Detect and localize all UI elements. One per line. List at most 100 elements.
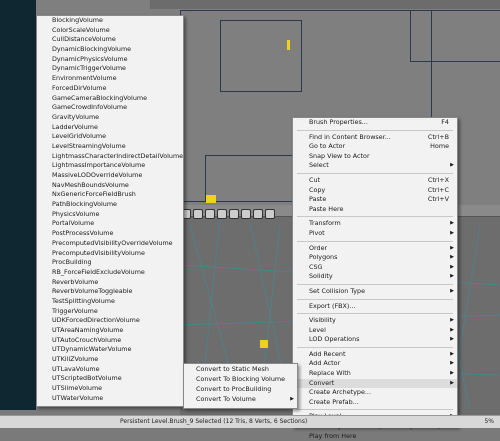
menu-item-volume[interactable]: PrecomputedVisibilityVolume <box>37 249 183 259</box>
menu-item-volume[interactable]: LightmassCharacterIndirectDetailVolume <box>37 152 183 162</box>
menu-item-find-in-content-browser[interactable]: Find in Content Browser... Ctrl+B <box>293 133 457 143</box>
menu-item-volume[interactable]: UTDynamicWaterVolume <box>37 345 183 355</box>
menu-item-convert-option[interactable]: Convert To Blocking Volume <box>184 374 297 384</box>
menu-item-label: EnvironmentVolume <box>52 74 117 83</box>
menu-item-volume[interactable]: LadderVolume <box>37 123 183 133</box>
menu-separator <box>297 298 453 300</box>
menu-item-label: TriggerVolume <box>52 306 98 315</box>
menu-separator <box>297 313 453 315</box>
menu-item-paste[interactable]: Paste Ctrl+V <box>293 195 457 205</box>
menu-item-volume[interactable]: UDKForcedDirectionVolume <box>37 316 183 326</box>
menu-item-volume[interactable]: UTAreaNamingVolume <box>37 326 183 336</box>
menu-item-level[interactable]: Level ▶ <box>293 326 457 336</box>
menu-item-play-from-here[interactable]: Play from Here <box>293 432 457 441</box>
menu-item-set-collision-type[interactable]: Set Collision Type ▶ <box>293 287 457 297</box>
toolbar-icon[interactable] <box>229 209 239 219</box>
menu-item-select[interactable]: Select ▶ <box>293 161 457 171</box>
toolbar-icon[interactable] <box>265 209 275 219</box>
menu-item-volume[interactable]: UTAutoCrouchVolume <box>37 336 183 346</box>
menu-item-cut[interactable]: Cut Ctrl+X <box>293 176 457 186</box>
menu-item-volume[interactable]: EnvironmentVolume <box>37 74 183 84</box>
submenu-arrow-icon: ▶ <box>450 326 454 333</box>
menu-item-volume[interactable]: DynamicPhysicsVolume <box>37 55 183 65</box>
menu-item-snap-view[interactable]: Snap View to Actor <box>293 152 457 162</box>
menu-separator <box>297 216 453 218</box>
menu-item-volume[interactable]: ReverbVolume <box>37 278 183 288</box>
menu-item-visibility[interactable]: Visibility ▶ <box>293 316 457 326</box>
menu-item-export-fbx[interactable]: Export (FBX)... <box>293 302 457 312</box>
menu-item-label: ReverbVolume <box>52 277 99 286</box>
menu-item-volume[interactable]: ReverbVolumeToggleable <box>37 287 183 297</box>
menu-item-volume[interactable]: UTSlimeVolume <box>37 384 183 394</box>
toolbar-icon[interactable] <box>205 209 215 219</box>
menu-item-convert-option[interactable]: Convert To Volume ▶ <box>184 394 297 404</box>
menu-item-solidity[interactable]: Solidity ▶ <box>293 272 457 282</box>
actor-icon[interactable] <box>260 340 268 348</box>
menu-item-paste-here[interactable]: Paste Here <box>293 205 457 215</box>
menu-item-volume[interactable]: TriggerVolume <box>37 307 183 317</box>
menu-item-volume[interactable]: PhysicsVolume <box>37 210 183 220</box>
menu-item-volume[interactable]: GravityVolume <box>37 113 183 123</box>
menu-item-convert-option[interactable]: Convert to ProcBuilding <box>184 384 297 394</box>
menu-item-volume[interactable]: NxGenericForceFieldBrush <box>37 190 183 200</box>
toolbar-icon[interactable] <box>241 209 251 219</box>
menu-item-replace-with[interactable]: Replace With ▶ <box>293 369 457 379</box>
menu-item-volume[interactable]: DynamicTriggerVolume <box>37 64 183 74</box>
menu-item-volume[interactable]: LevelGridVolume <box>37 132 183 142</box>
menu-item-add-actor[interactable]: Add Actor ▶ <box>293 359 457 369</box>
actor-icon[interactable] <box>206 195 216 203</box>
menu-item-label: Convert to ProcBuilding <box>196 385 272 393</box>
submenu-arrow-icon: ▶ <box>450 287 454 294</box>
menu-item-volume[interactable]: LevelStreamingVolume <box>37 142 183 152</box>
menu-item-volume[interactable]: GameCrowdInfoVolume <box>37 103 183 113</box>
submenu-arrow-icon: ▶ <box>450 317 454 324</box>
menu-item-convert[interactable]: Convert ▶ <box>293 378 457 389</box>
menu-item-volume[interactable]: ColorScaleVolume <box>37 26 183 36</box>
menu-item-volume[interactable]: MassiveLODOverrideVolume <box>37 171 183 181</box>
menu-item-transform[interactable]: Transform ▶ <box>293 219 457 229</box>
status-text: Persistent Level.Brush_9 Selected (12 Tr… <box>120 418 308 425</box>
menu-item-create-prefab[interactable]: Create Prefab... <box>293 398 457 408</box>
menu-item-volume[interactable]: UTScriptedBotVolume <box>37 374 183 384</box>
menu-item-volume[interactable]: TestSplittingVolume <box>37 297 183 307</box>
menu-item-go-to-actor[interactable]: Go to Actor Home <box>293 142 457 152</box>
menu-item-volume[interactable]: CullDistanceVolume <box>37 35 183 45</box>
menu-item-convert-option[interactable]: Convert to Static Mesh <box>184 364 297 374</box>
menu-item-csg[interactable]: CSG ▶ <box>293 263 457 273</box>
menu-item-label: Convert to Static Mesh <box>196 365 269 373</box>
menu-item-add-recent[interactable]: Add Recent ▶ <box>293 350 457 360</box>
menu-item-polygons[interactable]: Polygons ▶ <box>293 253 457 263</box>
toolbar-icon[interactable] <box>217 209 227 219</box>
menu-item-volume[interactable]: UTKillZVolume <box>37 355 183 365</box>
menu-item-volume[interactable]: ProcBuilding <box>37 258 183 268</box>
menu-item-volume[interactable]: PostProcessVolume <box>37 229 183 239</box>
menu-item-volume[interactable]: NavMeshBoundsVolume <box>37 181 183 191</box>
menu-item-pivot[interactable]: Pivot ▶ <box>293 229 457 239</box>
menu-item-volume[interactable]: PortalVolume <box>37 219 183 229</box>
submenu-arrow-icon: ▶ <box>450 263 454 270</box>
menu-item-label: UTKillZVolume <box>52 355 99 364</box>
toolbar-icon[interactable] <box>193 209 203 219</box>
status-bar: Persistent Level.Brush_9 Selected (12 Tr… <box>0 415 500 428</box>
toolbar-icon[interactable] <box>253 209 263 219</box>
menu-item-label: NavMeshBoundsVolume <box>52 180 129 189</box>
menu-item-order[interactable]: Order ▶ <box>293 244 457 254</box>
menu-item-volume[interactable]: UTWaterVolume <box>37 394 183 404</box>
menu-item-label: MassiveLODOverrideVolume <box>52 171 143 179</box>
menu-item-brush-properties[interactable]: Brush Properties... F4 <box>293 118 457 128</box>
menu-item-label: PathBlockingVolume <box>52 200 117 209</box>
menu-item-lod-operations[interactable]: LOD Operations ▶ <box>293 335 457 345</box>
menu-item-create-archetype[interactable]: Create Archetype... <box>293 388 457 398</box>
menu-item-volume[interactable]: PrecomputedVisibilityOverrideVolume <box>37 239 183 249</box>
menu-item-label: LightmassCharacterIndirectDetailVolume <box>52 151 184 160</box>
menu-item-volume[interactable]: PathBlockingVolume <box>37 200 183 210</box>
menu-item-volume[interactable]: GameCameraBlockingVolume <box>37 94 183 104</box>
menu-item-volume[interactable]: ForcedDirVolume <box>37 84 183 94</box>
menu-item-volume[interactable]: DynamicBlockingVolume <box>37 45 183 55</box>
brush-marker <box>287 40 290 50</box>
menu-item-volume[interactable]: UTLavaVolume <box>37 365 183 375</box>
menu-item-volume[interactable]: RB_ForceFieldExcludeVolume <box>37 268 183 278</box>
menu-item-copy[interactable]: Copy Ctrl+C <box>293 186 457 196</box>
menu-item-volume[interactable]: LightmassImportanceVolume <box>37 161 183 171</box>
menu-item-volume[interactable]: BlockingVolume <box>37 16 183 26</box>
